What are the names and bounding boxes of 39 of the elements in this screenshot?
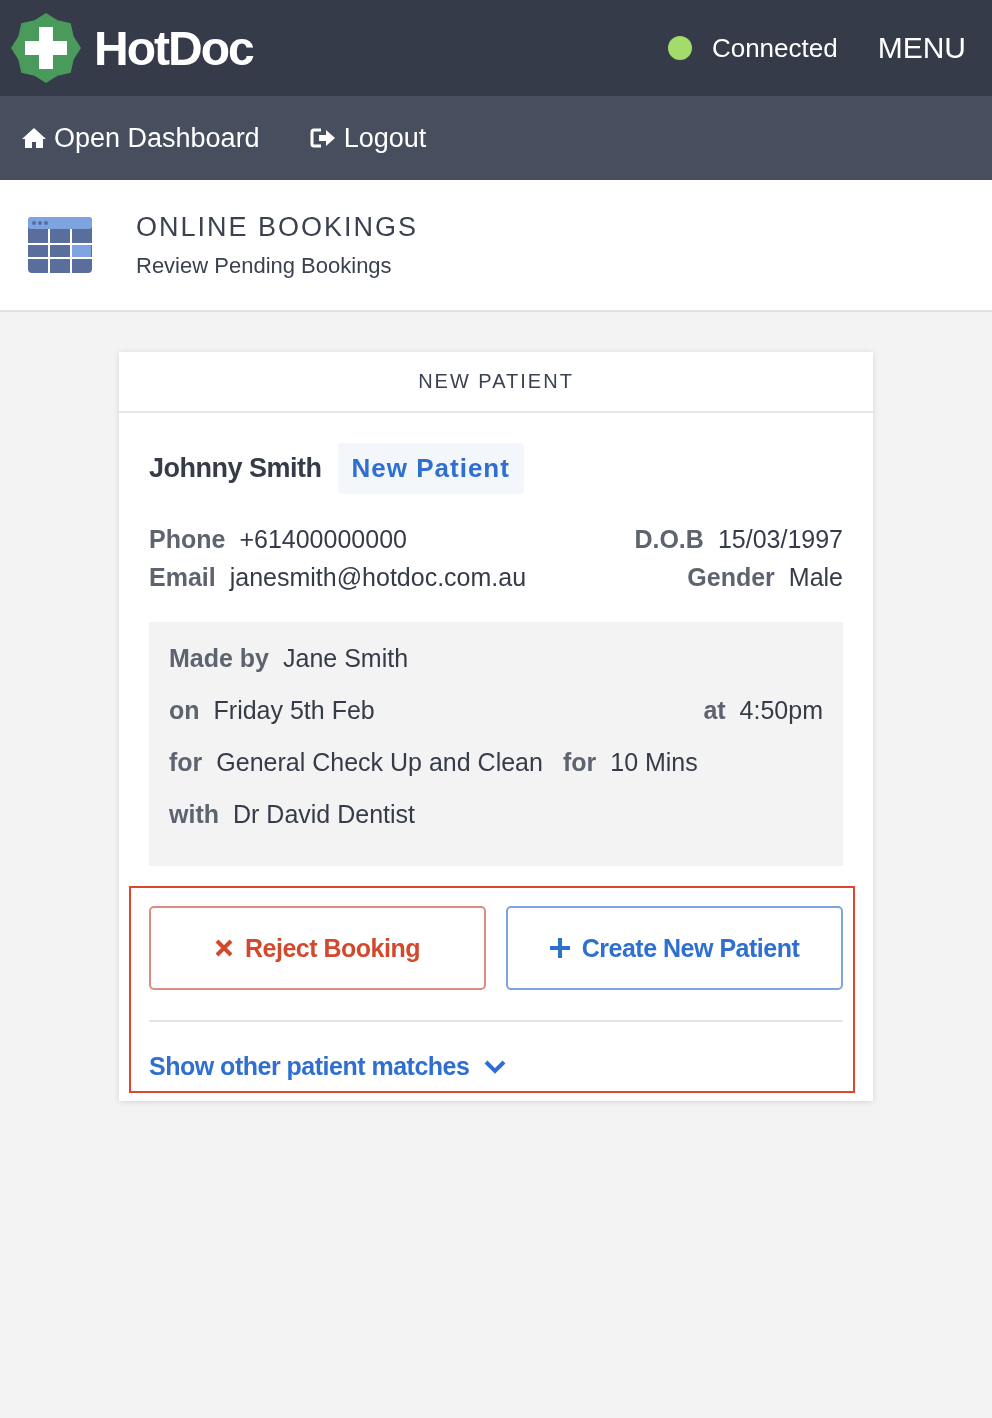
page-title: ONLINE BOOKINGS <box>136 211 419 243</box>
reject-button[interactable]: Reject Booking <box>149 906 486 990</box>
detail-label: D.O.B <box>634 524 704 555</box>
create-button[interactable]: Create New Patient <box>506 906 843 990</box>
status-label: Connected <box>711 32 838 64</box>
logout-icon <box>309 127 336 149</box>
close-icon <box>215 939 233 957</box>
patient-name: Johnny Smith <box>149 453 322 484</box>
logout-link[interactable]: Logout <box>309 122 427 154</box>
booking-value: Dr David Dentist <box>233 800 415 830</box>
logo-icon <box>10 12 82 84</box>
booking-label: for <box>562 748 597 778</box>
booking-value: 4:50pm <box>739 696 823 726</box>
detail-value: Male <box>788 562 843 593</box>
detail-label: Email <box>149 562 216 593</box>
detail-value: +61400000000 <box>239 524 407 555</box>
card-title: NEW PATIENT <box>119 352 873 413</box>
home-icon <box>22 127 46 149</box>
patient-matches-link[interactable]: Show other patient matches <box>149 1052 508 1081</box>
detail-label: Gender <box>687 562 775 593</box>
booking-value: Friday 5th Feb <box>213 696 375 726</box>
booking-value: General Check Up and Clean <box>216 748 543 778</box>
dashboard-link[interactable]: Open Dashboard <box>22 122 260 154</box>
app-name: HotDoc <box>94 20 253 76</box>
detail-value: 15/03/1997 <box>717 524 843 555</box>
booking-label: at <box>703 696 726 726</box>
booking-label: for <box>169 748 203 778</box>
page-subtitle: Review Pending Bookings <box>136 252 393 279</box>
booking-label: Made by <box>169 644 270 674</box>
booking-value: 10 Mins <box>610 748 698 778</box>
plus-icon <box>549 938 570 958</box>
booking-value: Jane Smith <box>283 644 409 674</box>
new-patient-badge: New Patient <box>337 443 524 494</box>
detail-label: Phone <box>149 524 226 555</box>
menu-button[interactable]: MENU <box>877 31 966 65</box>
detail-value: janesmith@hotdoc.com.au <box>229 562 527 593</box>
calendar-icon <box>28 217 92 273</box>
booking-label: on <box>169 696 200 726</box>
booking-label: with <box>169 800 219 830</box>
